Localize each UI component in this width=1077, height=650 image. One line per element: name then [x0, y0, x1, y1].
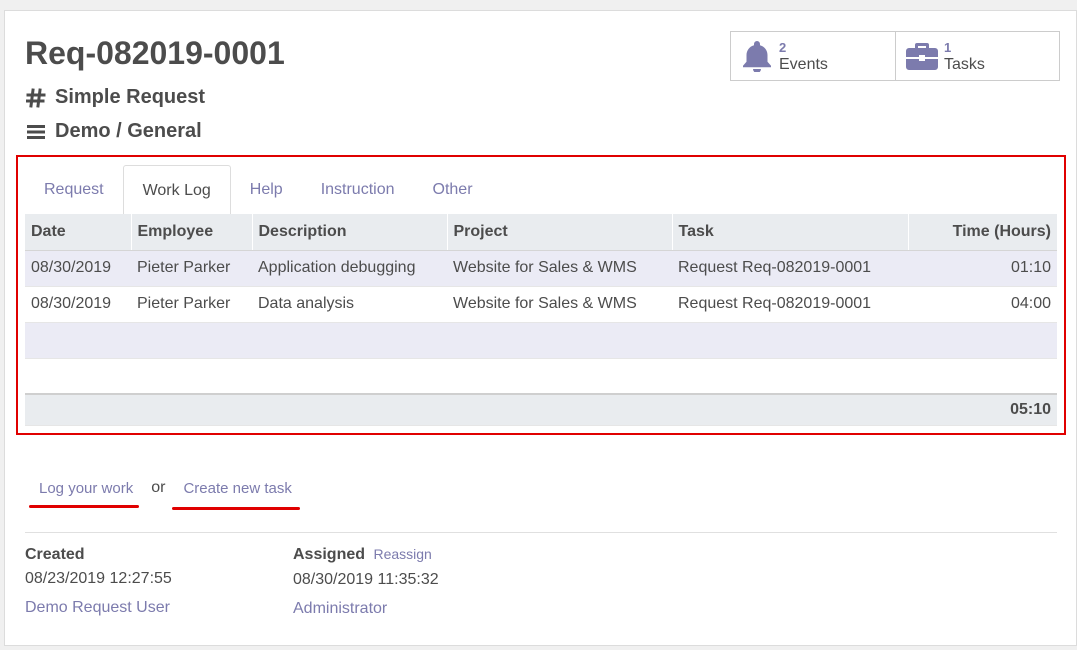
assigned-user-link[interactable]: Administrator: [293, 600, 439, 618]
cell-description: Application debugging: [252, 250, 447, 287]
table-total-row: 05:10: [25, 393, 1057, 426]
tab-work-log[interactable]: Work Log: [122, 165, 231, 215]
request-form-sheet: Req-082019-0001 Simple Request Demo / Ge…: [4, 10, 1077, 646]
table-row[interactable]: 08/30/2019 Pieter Parker Application deb…: [25, 250, 1057, 287]
work-log-table: Date Employee Description Project Task T…: [25, 214, 1057, 426]
empty-row: [25, 322, 1057, 359]
tab-request[interactable]: Request: [25, 165, 123, 214]
column-header-description[interactable]: Description: [251, 214, 447, 251]
tab-help[interactable]: Help: [231, 165, 302, 214]
bell-icon: [741, 39, 773, 73]
work-actions: Log your work or Create new task: [25, 479, 306, 497]
cell-time: 01:10: [908, 250, 1057, 287]
column-header-project[interactable]: Project: [446, 214, 672, 251]
tasks-count: 1: [944, 40, 952, 55]
notebook-tabs: Request Work Log Help Instruction Other: [25, 165, 492, 215]
created-datetime: 08/23/2019 12:27:55: [25, 570, 172, 587]
request-type: Simple Request: [25, 86, 205, 109]
log-work-link[interactable]: Log your work: [25, 480, 147, 497]
hashtag-icon: [25, 87, 47, 108]
cell-project: Website for Sales & WMS: [447, 250, 672, 287]
reassign-link[interactable]: Reassign: [373, 546, 431, 562]
column-header-employee[interactable]: Employee: [130, 214, 252, 251]
underline-annotation-log: [29, 505, 139, 508]
divider: [25, 532, 1057, 533]
request-type-label: Simple Request: [55, 86, 206, 108]
request-category: Demo / General: [25, 120, 202, 143]
cell-time: 04:00: [908, 286, 1057, 323]
smart-buttons: 2 Events 1 Tasks: [730, 31, 1060, 81]
created-heading: Created: [25, 546, 85, 563]
tasks-button[interactable]: 1 Tasks: [895, 32, 1059, 80]
cell-project: Website for Sales & WMS: [447, 286, 672, 323]
cell-task: Request Req-082019-0001: [672, 286, 908, 323]
assigned-section: Assigned Reassign 08/30/2019 11:35:32 Ad…: [293, 546, 439, 618]
table-row[interactable]: 08/30/2019 Pieter Parker Data analysis W…: [25, 286, 1057, 323]
events-count: 2: [779, 40, 787, 55]
underline-annotation-create: [172, 507, 300, 510]
bars-icon: [25, 124, 47, 140]
assigned-datetime: 08/30/2019 11:35:32: [293, 571, 439, 588]
cell-date: 08/30/2019: [25, 286, 131, 323]
tab-other[interactable]: Other: [414, 165, 492, 214]
created-section: Created 08/23/2019 12:27:55 Demo Request…: [25, 546, 172, 617]
empty-row: [25, 358, 1057, 395]
events-button[interactable]: 2 Events: [731, 32, 895, 80]
assigned-heading: Assigned: [293, 546, 366, 563]
page-title: Req-082019-0001: [25, 35, 285, 71]
column-header-time[interactable]: Time (Hours): [907, 214, 1057, 251]
or-separator: or: [151, 479, 166, 496]
request-category-label: Demo / General: [55, 120, 202, 142]
cell-employee: Pieter Parker: [131, 250, 252, 287]
column-header-date[interactable]: Date: [25, 214, 131, 251]
tasks-label: Tasks: [944, 56, 985, 73]
created-user-link[interactable]: Demo Request User: [25, 599, 172, 617]
briefcase-icon: [906, 39, 938, 73]
create-task-link[interactable]: Create new task: [169, 480, 305, 497]
total-time: 05:10: [908, 393, 1057, 426]
column-header-task[interactable]: Task: [671, 214, 908, 251]
cell-employee: Pieter Parker: [131, 286, 252, 323]
cell-description: Data analysis: [252, 286, 447, 323]
cell-date: 08/30/2019: [25, 250, 131, 287]
events-label: Events: [779, 56, 828, 73]
table-header-row: Date Employee Description Project Task T…: [25, 214, 1057, 251]
tab-instruction[interactable]: Instruction: [302, 165, 414, 214]
cell-task: Request Req-082019-0001: [672, 250, 908, 287]
